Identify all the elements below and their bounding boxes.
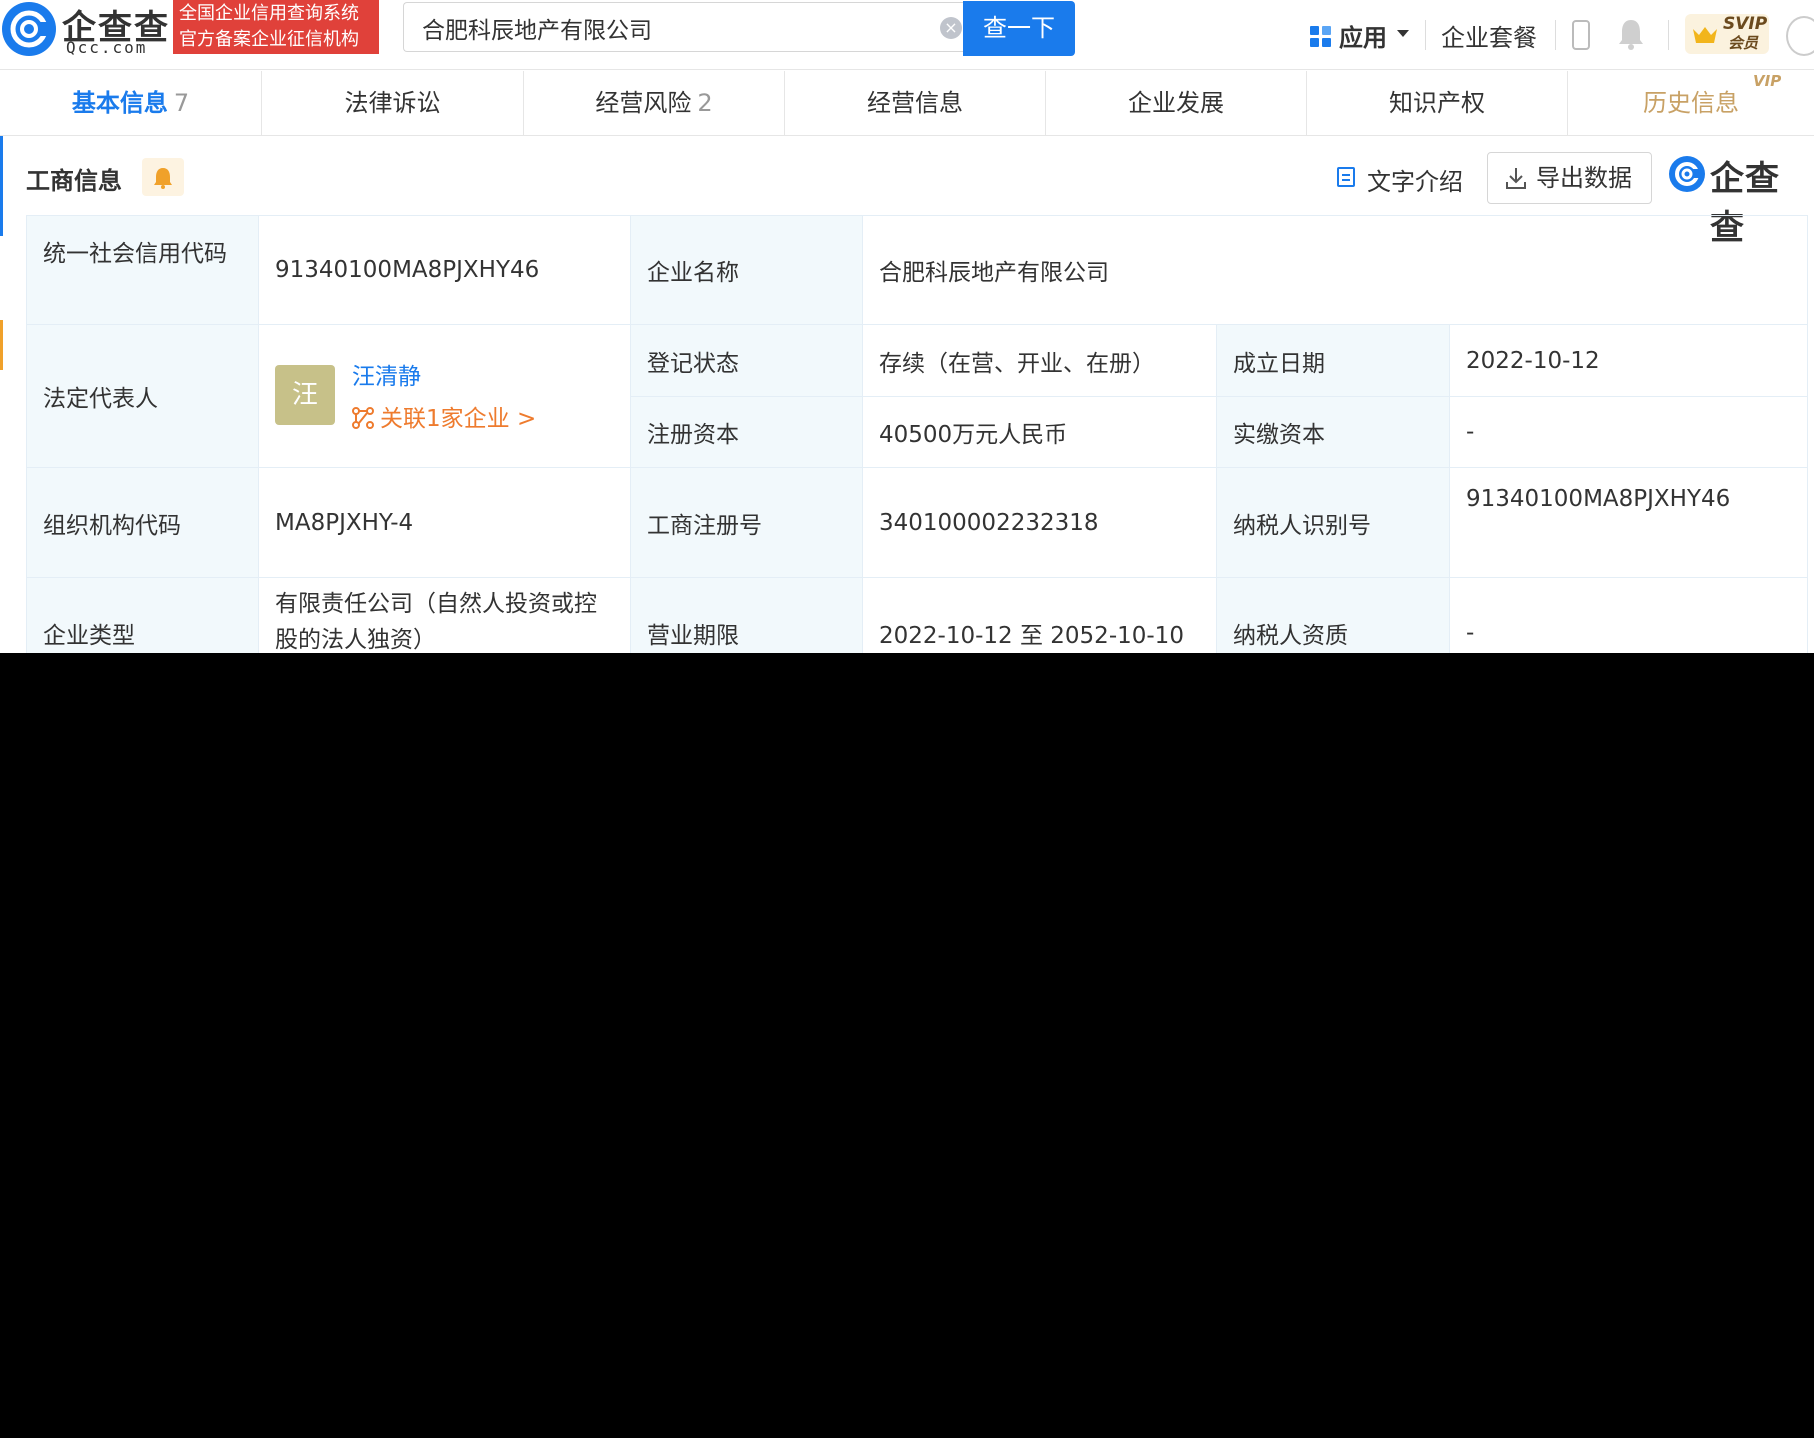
- qcc-watermark-icon: [1669, 156, 1705, 192]
- enterprise-plan-link[interactable]: 企业套餐: [1441, 18, 1537, 53]
- notification-bell-icon[interactable]: [1618, 18, 1644, 50]
- tab-operating-info[interactable]: 经营信息: [785, 71, 1046, 135]
- business-info-table: 统一社会信用代码 91340100MA8PJXHY46 企业名称 合肥科辰地产有…: [26, 215, 1809, 653]
- badge-line-1: 全国企业信用查询系统: [179, 3, 359, 24]
- vip-mark: VIP: [1753, 72, 1782, 90]
- tab-label: 经营风险: [595, 89, 692, 117]
- tab-label: 法律诉讼: [344, 89, 441, 117]
- divider: [1555, 20, 1556, 50]
- svip-label: SVIP: [1723, 14, 1768, 34]
- tab-basic-info[interactable]: 基本信息 7: [0, 71, 262, 135]
- paid-capital-value: -: [1448, 396, 1809, 468]
- tab-development[interactable]: 企业发展: [1046, 71, 1307, 135]
- related-companies-link[interactable]: 关联1家企业 >: [352, 399, 536, 433]
- company-type-label: 企业类型: [26, 577, 259, 653]
- tab-count: 7: [173, 89, 190, 117]
- founded-label: 成立日期: [1216, 324, 1450, 397]
- reg-capital-label: 注册资本: [630, 396, 863, 468]
- download-icon: [1506, 168, 1526, 189]
- tab-label: 企业发展: [1128, 89, 1224, 117]
- table-row: 统一社会信用代码 91340100MA8PJXHY46 企业名称 合肥科辰地产有…: [26, 215, 1809, 325]
- biz-reg-no-label: 工商注册号: [630, 467, 863, 578]
- tab-count: 2: [697, 89, 713, 117]
- user-avatar[interactable]: [1786, 16, 1814, 56]
- org-code-value: MA8PJXHY-4: [258, 467, 631, 578]
- biz-term-value: 2022-10-12 至 2052-10-10: [862, 577, 1217, 653]
- status-label: 登记状态: [630, 324, 863, 397]
- mobile-app-icon[interactable]: [1572, 20, 1590, 50]
- biz-reg-no-value: 340100002232318: [862, 467, 1217, 578]
- bell-icon: [154, 168, 172, 189]
- company-name-label: 企业名称: [630, 215, 863, 325]
- biz-term-label: 营业期限: [630, 577, 863, 653]
- table-row: 组织机构代码 MA8PJXHY-4 工商注册号 340100002232318 …: [26, 467, 1809, 578]
- paid-capital-label: 实缴资本: [1216, 396, 1450, 468]
- clear-icon[interactable]: ×: [940, 17, 962, 39]
- search-button[interactable]: 查一下: [963, 1, 1075, 56]
- credit-code-value: 91340100MA8PJXHY46: [258, 215, 631, 325]
- divider: [1425, 20, 1426, 50]
- reg-capital-value: 40500万元人民币: [862, 396, 1217, 468]
- qcc-logo-icon[interactable]: [2, 2, 56, 56]
- blacked-out-area: [0, 653, 1814, 1438]
- legal-rep-label: 法定代表人: [26, 324, 259, 468]
- search-input[interactable]: [422, 13, 902, 43]
- tab-history-info[interactable]: 历史信息 VIP: [1568, 71, 1814, 135]
- tab-intellectual-property[interactable]: 知识产权: [1307, 71, 1568, 135]
- certification-badge: 全国企业信用查询系统 官方备案企业征信机构: [173, 0, 379, 54]
- svip-member-badge[interactable]: SVIP 会员: [1685, 14, 1769, 54]
- tab-label: 知识产权: [1389, 89, 1485, 117]
- logo-domain: Qcc.com: [66, 38, 148, 57]
- company-type-value: 有限责任公司（自然人投资或控股的法人独资）: [258, 577, 631, 653]
- founded-value: 2022-10-12: [1448, 324, 1809, 397]
- org-code-label: 组织机构代码: [26, 467, 259, 578]
- relation-graph-icon: [352, 407, 374, 429]
- taxpayer-id-value: 91340100MA8PJXHY46: [1448, 467, 1809, 578]
- company-name-value: 合肥科辰地产有限公司: [861, 215, 1809, 325]
- company-tabs: 基本信息 7 法律诉讼 经营风险 2 经营信息 企业发展 知识产权 历史信息 VIP: [0, 71, 1814, 136]
- legal-rep-cell: 汪 汪清静 关联1家企业 >: [258, 324, 631, 468]
- page-viewport: 企查查 Qcc.com 全国企业信用查询系统 官方备案企业征信机构 × 查一下 …: [0, 0, 1814, 653]
- monitor-bell-button[interactable]: [142, 158, 184, 196]
- side-accent: [0, 320, 3, 370]
- badge-line-2: 官方备案企业征信机构: [179, 29, 359, 50]
- document-icon: [1337, 167, 1355, 187]
- related-companies-label: 关联1家企业 >: [380, 406, 537, 432]
- tab-label: 历史信息: [1643, 89, 1739, 117]
- legal-rep-avatar[interactable]: 汪: [275, 365, 335, 425]
- crown-icon: [1693, 27, 1717, 43]
- taxpayer-id-label: 纳税人识别号: [1216, 467, 1450, 578]
- export-label: 导出数据: [1536, 164, 1632, 192]
- search-box: ×: [403, 2, 963, 52]
- taxpayer-qual-label: 纳税人资质: [1216, 577, 1450, 653]
- status-value: 存续（在营、开业、在册）: [862, 324, 1217, 397]
- export-data-button[interactable]: 导出数据: [1487, 152, 1652, 204]
- text-intro-link[interactable]: 文字介绍: [1337, 162, 1463, 197]
- apps-menu[interactable]: 应用: [1339, 18, 1387, 53]
- table-row: 企业类型 有限责任公司（自然人投资或控股的法人独资） 营业期限 2022-10-…: [26, 577, 1809, 653]
- table-row: 法定代表人 汪 汪清静 关联1家企业 > 登记状态 存续（在营、开业、在册） 成…: [26, 324, 1809, 468]
- top-bar: 企查查 Qcc.com 全国企业信用查询系统 官方备案企业征信机构 × 查一下 …: [0, 0, 1814, 70]
- section-title: 工商信息: [26, 167, 122, 195]
- legal-rep-name-link[interactable]: 汪清静: [352, 357, 421, 391]
- tab-label: 经营信息: [867, 89, 963, 117]
- text-intro-label: 文字介绍: [1367, 168, 1463, 196]
- divider: [1668, 20, 1669, 50]
- apps-grid-icon[interactable]: [1310, 26, 1332, 48]
- taxpayer-qual-value: -: [1448, 577, 1809, 653]
- tab-label: 基本信息: [71, 89, 168, 117]
- credit-code-label: 统一社会信用代码: [26, 215, 259, 325]
- tab-legal-litigation[interactable]: 法律诉讼: [262, 71, 524, 135]
- side-accent: [0, 136, 3, 236]
- chevron-down-icon[interactable]: [1397, 30, 1409, 37]
- tab-business-risk[interactable]: 经营风险 2: [524, 71, 785, 135]
